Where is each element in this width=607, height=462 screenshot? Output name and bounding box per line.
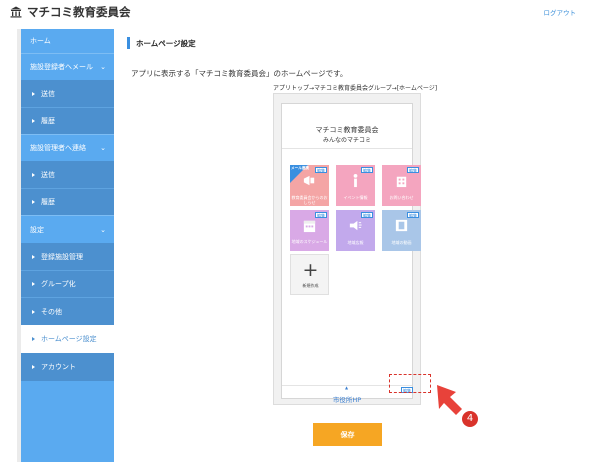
sidebar-item-label: ホームページ設定 xyxy=(41,335,97,343)
sidebar-item-label: ホーム xyxy=(30,37,51,45)
edit-button[interactable]: 編集 xyxy=(315,212,327,218)
sidebar-item-label: 施設管理者へ連絡 xyxy=(30,144,86,152)
sidebar-item-label: アカウント xyxy=(41,363,76,371)
tile-label: 地域広報 xyxy=(347,240,364,245)
sidebar-item-label: グループ化 xyxy=(41,280,76,288)
ribbon-label: メール連携 xyxy=(291,166,309,170)
triangle-right-icon xyxy=(32,309,35,314)
page: マチコミ教育委員会 ログアウト ホーム 施設登録者へメール ⌄ 送信 履歴 施設… xyxy=(0,0,607,462)
step-number-badge: 4 xyxy=(462,411,478,427)
footer-link[interactable]: 市役所HP xyxy=(333,396,361,404)
tile-events[interactable]: 編集 イベント情報 xyxy=(336,165,375,206)
sidebar: ホーム 施設登録者へメール ⌄ 送信 履歴 施設管理者へ連絡 ⌄ 送信 履歴 設… xyxy=(21,29,114,462)
top-header: マチコミ教育委員会 ログアウト xyxy=(0,0,607,24)
sidebar-item-other[interactable]: その他 xyxy=(21,297,114,325)
app-title: マチコミ教育委員会 xyxy=(27,5,131,19)
chevron-down-icon: ⌄ xyxy=(100,225,106,234)
sidebar-item-mail-history[interactable]: 履歴 xyxy=(21,107,114,134)
sidebar-item-account[interactable]: アカウント xyxy=(21,353,114,381)
sidebar-item-facility-mail[interactable]: 施設登録者へメール ⌄ xyxy=(21,53,114,80)
edit-button[interactable]: 編集 xyxy=(407,167,419,173)
sidebar-item-settings[interactable]: 設定 ⌄ xyxy=(21,215,114,243)
edit-button[interactable]: 編集 xyxy=(361,212,373,218)
tile-label: 地域のスケジュール xyxy=(291,239,328,244)
triangle-right-icon xyxy=(32,337,35,341)
info-icon xyxy=(353,173,358,188)
add-tile-button[interactable]: + 新規作成 xyxy=(290,254,329,295)
building-icon xyxy=(396,176,407,188)
edit-button[interactable]: 編集 xyxy=(361,167,373,173)
film-icon xyxy=(395,219,408,232)
phone-preview: マチコミ教育委員会 みんなのマチコミ メール連携 編集 教育委員会からのおしらせ xyxy=(281,103,421,404)
tile-schedule[interactable]: 編集 地域のスケジュール xyxy=(290,210,329,251)
preview-title: マチコミ教育委員会 xyxy=(315,126,379,134)
sidebar-item-label: 登録施設管理 xyxy=(41,252,83,261)
page-title: ホームページ設定 xyxy=(127,37,196,49)
brand: マチコミ教育委員会 xyxy=(10,4,131,20)
sidebar-item-label: その他 xyxy=(41,307,62,316)
sidebar-item-contact-send[interactable]: 送信 xyxy=(21,161,114,188)
triangle-right-icon xyxy=(32,282,35,286)
sidebar-item-label: 施設登録者へメール xyxy=(30,63,93,71)
divider xyxy=(282,148,412,149)
triangle-right-icon xyxy=(32,200,35,204)
page-description: アプリに表示する「マチコミ教育委員会」のホームページです。 xyxy=(131,69,348,78)
triangle-right-icon xyxy=(32,365,35,369)
speaker-icon xyxy=(349,220,362,231)
sidebar-item-homepage-settings[interactable]: ホームページ設定 xyxy=(21,325,114,353)
sidebar-item-facility-contact[interactable]: 施設管理者へ連絡 ⌄ xyxy=(21,134,114,161)
preview-subtitle: みんなのマチコミ xyxy=(322,137,371,144)
phone-preview-frame: マチコミ教育委員会 みんなのマチコミ メール連携 編集 教育委員会からのおしらせ xyxy=(273,93,421,405)
plus-icon: + xyxy=(302,259,319,281)
tile-videos[interactable]: 編集 地域の動画 xyxy=(382,210,421,251)
tile-contact[interactable]: 編集 お問い合わせ xyxy=(382,165,421,206)
tile-label: 新規作成 xyxy=(302,283,319,288)
chevron-down-icon: ⌄ xyxy=(100,144,106,152)
sidebar-item-label: 履歴 xyxy=(41,198,55,206)
breadcrumb: アプリトップ→マチコミ教育委員会グループ→[ホームページ] xyxy=(273,85,438,92)
tile-announcements[interactable]: メール連携 編集 教育委員会からのおしらせ xyxy=(290,165,329,206)
sidebar-item-label: 設定 xyxy=(30,225,44,234)
triangle-right-icon xyxy=(32,91,35,96)
page-title-text: ホームページ設定 xyxy=(136,38,196,48)
tile-label: 地域の動画 xyxy=(391,240,412,245)
megaphone-icon xyxy=(303,175,315,186)
tile-pr[interactable]: 編集 地域広報 xyxy=(336,210,375,251)
tile-label: イベント情報 xyxy=(343,195,368,200)
chevron-down-icon: ⌄ xyxy=(100,63,106,71)
bank-icon xyxy=(10,6,22,18)
sidebar-item-facility-management[interactable]: 登録施設管理 xyxy=(21,243,114,270)
sidebar-item-grouping[interactable]: グループ化 xyxy=(21,270,114,297)
edit-button[interactable]: 編集 xyxy=(407,212,419,218)
sidebar-item-mail-send[interactable]: 送信 xyxy=(21,80,114,107)
triangle-right-icon xyxy=(32,254,35,259)
content-panel: ホームページ設定 アプリに表示する「マチコミ教育委員会」のホームページです。 ア… xyxy=(114,29,576,462)
save-button[interactable]: 保存 xyxy=(313,423,382,446)
triangle-right-icon xyxy=(32,172,35,177)
logout-link[interactable]: ログアウト xyxy=(544,7,577,17)
sidebar-item-label: 送信 xyxy=(41,170,55,179)
tile-label: お問い合わせ xyxy=(389,195,414,200)
triangle-right-icon xyxy=(32,119,35,123)
sidebar-item-label: 送信 xyxy=(41,89,55,98)
title-accent-bar xyxy=(127,37,130,49)
sidebar-item-contact-history[interactable]: 履歴 xyxy=(21,188,114,215)
sidebar-item-label: 履歴 xyxy=(41,117,55,125)
tile-label: 教育委員会からのおしらせ xyxy=(291,195,328,205)
sidebar-item-home[interactable]: ホーム xyxy=(21,29,114,53)
highlight-box xyxy=(389,374,431,393)
edit-button[interactable]: 編集 xyxy=(315,167,327,173)
calendar-icon xyxy=(303,220,316,233)
